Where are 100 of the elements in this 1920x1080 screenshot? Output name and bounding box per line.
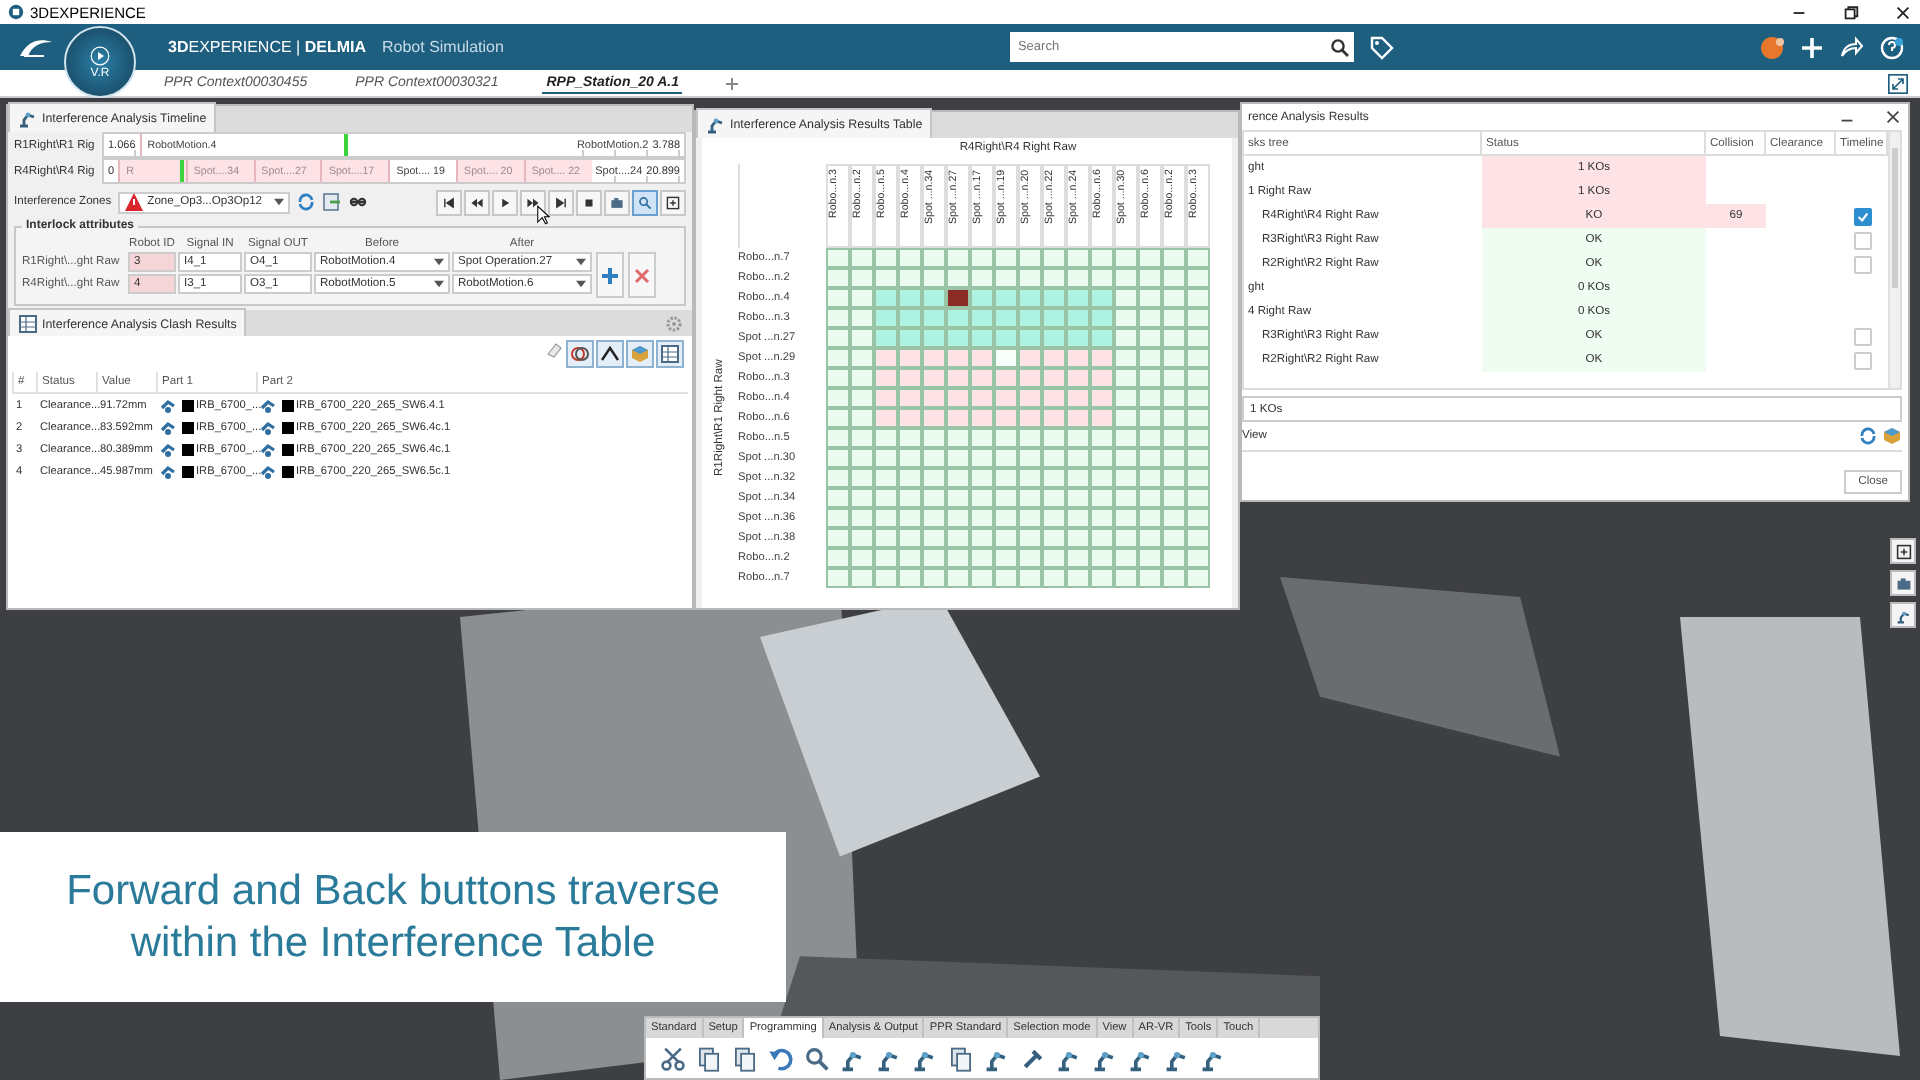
matrix-cell[interactable] bbox=[922, 408, 946, 428]
matrix-cell[interactable] bbox=[994, 568, 1018, 588]
matrix-cell[interactable] bbox=[946, 388, 970, 408]
matrix-cell[interactable] bbox=[922, 508, 946, 528]
matrix-cell[interactable] bbox=[1042, 428, 1066, 448]
matrix-cell[interactable] bbox=[994, 248, 1018, 268]
matrix-cell[interactable] bbox=[898, 308, 922, 328]
matrix-cell[interactable] bbox=[1066, 388, 1090, 408]
side-toolbar-button[interactable] bbox=[1890, 570, 1916, 596]
matrix-cell[interactable] bbox=[922, 248, 946, 268]
matrix-cell[interactable] bbox=[970, 528, 994, 548]
matrix-cell[interactable] bbox=[1114, 388, 1138, 408]
matrix-cell[interactable] bbox=[850, 448, 874, 468]
matrix-cell[interactable] bbox=[874, 448, 898, 468]
playback-button[interactable] bbox=[464, 189, 490, 215]
matrix-cell[interactable] bbox=[946, 348, 970, 368]
matrix-cell[interactable] bbox=[1090, 268, 1114, 288]
matrix-cell[interactable] bbox=[946, 528, 970, 548]
matrix-cell[interactable] bbox=[1018, 568, 1042, 588]
matrix-cell[interactable] bbox=[826, 248, 850, 268]
matrix-cell[interactable] bbox=[1042, 368, 1066, 388]
matrix-cell[interactable] bbox=[1162, 468, 1186, 488]
playhead-marker[interactable] bbox=[179, 160, 184, 182]
matrix-cell[interactable] bbox=[970, 448, 994, 468]
matrix-cell[interactable] bbox=[1018, 448, 1042, 468]
matrix-cell[interactable] bbox=[1186, 508, 1210, 528]
add-icon[interactable] bbox=[1800, 35, 1825, 59]
matrix-cell[interactable] bbox=[1162, 508, 1186, 528]
matrix-cell[interactable] bbox=[874, 388, 898, 408]
matrix-cell[interactable] bbox=[994, 328, 1018, 348]
matrix-cell[interactable] bbox=[874, 468, 898, 488]
matrix-cell[interactable] bbox=[1018, 368, 1042, 388]
matrix-cell[interactable] bbox=[1186, 388, 1210, 408]
matrix-cell[interactable] bbox=[1018, 468, 1042, 488]
matrix-cell[interactable] bbox=[874, 488, 898, 508]
matrix-cell[interactable] bbox=[1066, 348, 1090, 368]
matrix-cell[interactable] bbox=[994, 288, 1018, 308]
matrix-cell[interactable] bbox=[1042, 508, 1066, 528]
matrix-cell[interactable] bbox=[850, 568, 874, 588]
matrix-cell[interactable] bbox=[898, 548, 922, 568]
matrix-cell[interactable] bbox=[1138, 488, 1162, 508]
matrix-cell[interactable] bbox=[1162, 268, 1186, 288]
matrix-cell[interactable] bbox=[826, 548, 850, 568]
matrix-cell[interactable] bbox=[1090, 568, 1114, 588]
matrix-cell[interactable] bbox=[898, 288, 922, 308]
matrix-cell[interactable] bbox=[1138, 368, 1162, 388]
matrix-cell[interactable] bbox=[1042, 388, 1066, 408]
avatar-icon[interactable] bbox=[1760, 35, 1785, 59]
matrix-cell[interactable] bbox=[1018, 288, 1042, 308]
matrix-cell[interactable] bbox=[994, 308, 1018, 328]
matrix-cell[interactable] bbox=[1114, 288, 1138, 308]
matrix-cell[interactable] bbox=[1162, 548, 1186, 568]
matrix-cell[interactable] bbox=[946, 548, 970, 568]
matrix-cell[interactable] bbox=[1114, 488, 1138, 508]
matrix-cell[interactable] bbox=[1114, 448, 1138, 468]
matrix-cell[interactable] bbox=[874, 328, 898, 348]
matrix-cell[interactable] bbox=[1042, 268, 1066, 288]
matrix-cell[interactable] bbox=[1162, 568, 1186, 588]
timeline-checkbox[interactable] bbox=[1853, 327, 1871, 345]
matrix-cell[interactable] bbox=[826, 488, 850, 508]
matrix-cell[interactable] bbox=[1042, 488, 1066, 508]
matrix-cell[interactable] bbox=[922, 468, 946, 488]
matrix-cell[interactable] bbox=[1114, 428, 1138, 448]
matrix-cell[interactable] bbox=[922, 388, 946, 408]
matrix-cell[interactable] bbox=[1114, 408, 1138, 428]
matrix-cell[interactable] bbox=[1090, 508, 1114, 528]
matrix-cell[interactable] bbox=[946, 448, 970, 468]
matrix-cell[interactable] bbox=[1042, 528, 1066, 548]
matrix-cell[interactable] bbox=[1162, 448, 1186, 468]
matrix-cell[interactable] bbox=[874, 548, 898, 568]
playback-button[interactable] bbox=[548, 189, 574, 215]
matrix-cell[interactable] bbox=[850, 488, 874, 508]
remove-button[interactable] bbox=[628, 252, 656, 298]
matrix-cell[interactable] bbox=[946, 428, 970, 448]
playback-button[interactable] bbox=[492, 189, 518, 215]
matrix-cell[interactable] bbox=[1114, 268, 1138, 288]
matrix-cell[interactable] bbox=[1042, 448, 1066, 468]
matrix-cell[interactable] bbox=[1066, 308, 1090, 328]
matrix-cell[interactable] bbox=[1090, 408, 1114, 428]
matrix-cell[interactable] bbox=[1018, 348, 1042, 368]
matrix-cell[interactable] bbox=[850, 508, 874, 528]
matrix-cell[interactable] bbox=[874, 248, 898, 268]
matrix-cell[interactable] bbox=[1186, 448, 1210, 468]
matrix-cell[interactable] bbox=[994, 448, 1018, 468]
matrix-cell[interactable] bbox=[850, 328, 874, 348]
matrix-cell[interactable] bbox=[1042, 328, 1066, 348]
matrix-cell[interactable] bbox=[946, 328, 970, 348]
matrix-cell[interactable] bbox=[1186, 248, 1210, 268]
matrix-cell[interactable] bbox=[1186, 528, 1210, 548]
matrix-cell[interactable] bbox=[1018, 388, 1042, 408]
matrix-cell[interactable] bbox=[826, 328, 850, 348]
matrix-cell[interactable] bbox=[826, 428, 850, 448]
matrix-cell[interactable] bbox=[1042, 408, 1066, 428]
matrix-cell[interactable] bbox=[1042, 248, 1066, 268]
matrix-cell[interactable] bbox=[850, 268, 874, 288]
matrix-cell[interactable] bbox=[1114, 308, 1138, 328]
matrix-cell[interactable] bbox=[1114, 328, 1138, 348]
matrix-cell[interactable] bbox=[922, 548, 946, 568]
matrix-cell[interactable] bbox=[1186, 308, 1210, 328]
matrix-cell[interactable] bbox=[850, 408, 874, 428]
